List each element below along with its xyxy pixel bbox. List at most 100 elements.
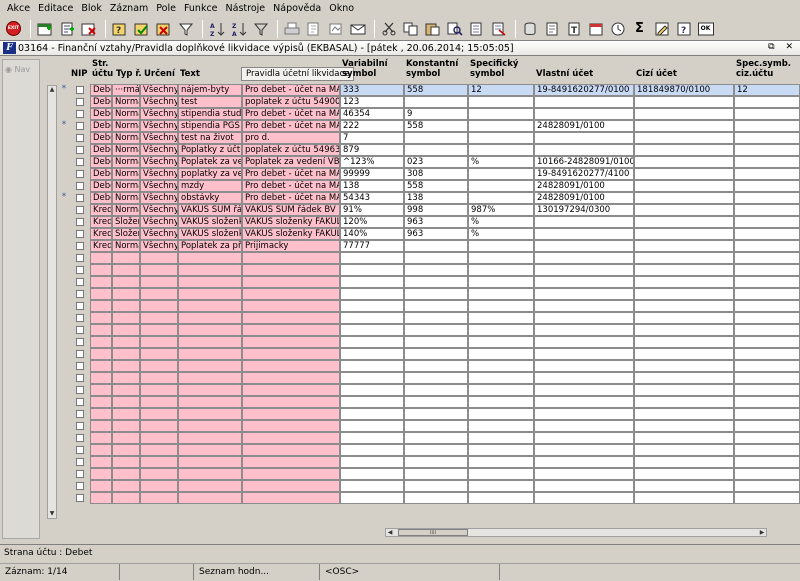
table-row[interactable]: DebeNormáVšechnystipendia studenPro debe…: [42, 108, 800, 120]
nip-checkbox[interactable]: [76, 458, 84, 466]
cell-spec[interactable]: [734, 468, 800, 480]
sum-icon[interactable]: Σ: [630, 19, 649, 38]
cell-vs[interactable]: 138: [340, 180, 404, 192]
cell-urceni[interactable]: [140, 492, 178, 504]
cell-vs[interactable]: [340, 420, 404, 432]
cell-spec[interactable]: [734, 384, 800, 396]
cell-urceni[interactable]: Všechny: [140, 204, 178, 216]
cell-text[interactable]: obstávky: [178, 192, 242, 204]
table-row[interactable]: * DebeNormáVšechnystipendia PGSPro debet …: [42, 120, 800, 132]
cell-typ[interactable]: Normá: [112, 180, 140, 192]
cell-vs[interactable]: [340, 444, 404, 456]
cell-str[interactable]: Kred: [90, 228, 112, 240]
cell-pravidlo[interactable]: [242, 312, 340, 324]
cell-typ[interactable]: [112, 336, 140, 348]
cell-spec[interactable]: [734, 336, 800, 348]
table-row[interactable]: [42, 360, 800, 372]
cell-spec[interactable]: [734, 372, 800, 384]
clear-record-icon[interactable]: [489, 19, 508, 38]
nip-checkbox[interactable]: [76, 326, 84, 334]
cell-urceni[interactable]: [140, 444, 178, 456]
cell-vlastni[interactable]: [534, 108, 634, 120]
attachment-icon[interactable]: [326, 19, 345, 38]
nip-checkbox[interactable]: [76, 122, 84, 130]
cell-urceni[interactable]: [140, 324, 178, 336]
cell-text[interactable]: [178, 360, 242, 372]
cell-typ[interactable]: [112, 324, 140, 336]
text-icon[interactable]: T: [564, 19, 583, 38]
menu-editace[interactable]: Editace: [34, 0, 77, 17]
cell-ks[interactable]: [404, 336, 468, 348]
cell-vs[interactable]: [340, 372, 404, 384]
cell-str[interactable]: [90, 300, 112, 312]
cell-cizi[interactable]: [634, 156, 734, 168]
nip-checkbox[interactable]: [76, 362, 84, 370]
cell-str[interactable]: Debe: [90, 144, 112, 156]
cell-vlastni[interactable]: 19-8491620277/0100: [534, 84, 634, 96]
cell-spec[interactable]: [734, 252, 800, 264]
cell-vs[interactable]: 54343: [340, 192, 404, 204]
cell-str[interactable]: [90, 336, 112, 348]
cell-ks[interactable]: [404, 456, 468, 468]
cell-ss[interactable]: 12: [468, 84, 534, 96]
cell-ss[interactable]: [468, 336, 534, 348]
cell-text[interactable]: stipendia PGS: [178, 120, 242, 132]
cell-ks[interactable]: [404, 420, 468, 432]
cell-spec[interactable]: [734, 300, 800, 312]
cell-vlastni[interactable]: [534, 228, 634, 240]
nip-checkbox[interactable]: [76, 422, 84, 430]
cell-str[interactable]: Debe: [90, 156, 112, 168]
cell-urceni[interactable]: [140, 468, 178, 480]
cell-ss[interactable]: [468, 444, 534, 456]
cell-urceni[interactable]: Všechny: [140, 144, 178, 156]
cell-vs[interactable]: 879: [340, 144, 404, 156]
cell-cizi[interactable]: [634, 372, 734, 384]
table-row[interactable]: [42, 396, 800, 408]
cell-cizi[interactable]: [634, 240, 734, 252]
cell-spec[interactable]: [734, 228, 800, 240]
cell-str[interactable]: [90, 348, 112, 360]
cell-pravidlo[interactable]: Poplatek za vedení VBU: [242, 156, 340, 168]
cell-vlastni[interactable]: [534, 348, 634, 360]
horizontal-scrollbar[interactable]: ◀ ⁞⁞⁞⁞ ▶: [385, 528, 767, 537]
insert-record-icon[interactable]: [35, 19, 54, 38]
clear-field-icon[interactable]: [467, 19, 486, 38]
cell-spec[interactable]: [734, 408, 800, 420]
cell-str[interactable]: [90, 264, 112, 276]
cell-cizi[interactable]: [634, 312, 734, 324]
calculator-icon[interactable]: [608, 19, 627, 38]
cell-ks[interactable]: [404, 264, 468, 276]
cell-urceni[interactable]: Všechny: [140, 180, 178, 192]
cell-spec[interactable]: [734, 264, 800, 276]
cell-urceni[interactable]: [140, 480, 178, 492]
table-row[interactable]: [42, 432, 800, 444]
cell-vlastni[interactable]: [534, 492, 634, 504]
cell-ks[interactable]: 998: [404, 204, 468, 216]
table-row[interactable]: [42, 288, 800, 300]
cell-vs[interactable]: [340, 480, 404, 492]
nip-checkbox[interactable]: [76, 314, 84, 322]
cell-ss[interactable]: [468, 132, 534, 144]
cell-ks[interactable]: 963: [404, 228, 468, 240]
nip-checkbox[interactable]: [76, 278, 84, 286]
cell-vlastni[interactable]: 24828091/0100: [534, 180, 634, 192]
duplicate-record-icon[interactable]: [57, 19, 76, 38]
cell-str[interactable]: [90, 324, 112, 336]
cell-ks[interactable]: [404, 324, 468, 336]
cell-cizi[interactable]: [634, 360, 734, 372]
cell-spec[interactable]: [734, 420, 800, 432]
nip-checkbox[interactable]: [76, 182, 84, 190]
cell-pravidlo[interactable]: Pro debet - účet na MÁ D: [242, 192, 340, 204]
cell-urceni[interactable]: Všechny: [140, 96, 178, 108]
table-row[interactable]: * Debe···rmáVšechnynájem-bytyPro debet - …: [42, 84, 800, 96]
cell-spec[interactable]: [734, 276, 800, 288]
cell-vs[interactable]: ^123%: [340, 156, 404, 168]
cell-ss[interactable]: [468, 384, 534, 396]
menu-napoveda[interactable]: Nápověda: [269, 0, 325, 17]
menu-nastroje[interactable]: Nástroje: [222, 0, 270, 17]
cell-ks[interactable]: [404, 384, 468, 396]
cell-pravidlo[interactable]: [242, 276, 340, 288]
cell-typ[interactable]: Normá: [112, 240, 140, 252]
cell-pravidlo[interactable]: [242, 420, 340, 432]
cell-vlastni[interactable]: [534, 276, 634, 288]
